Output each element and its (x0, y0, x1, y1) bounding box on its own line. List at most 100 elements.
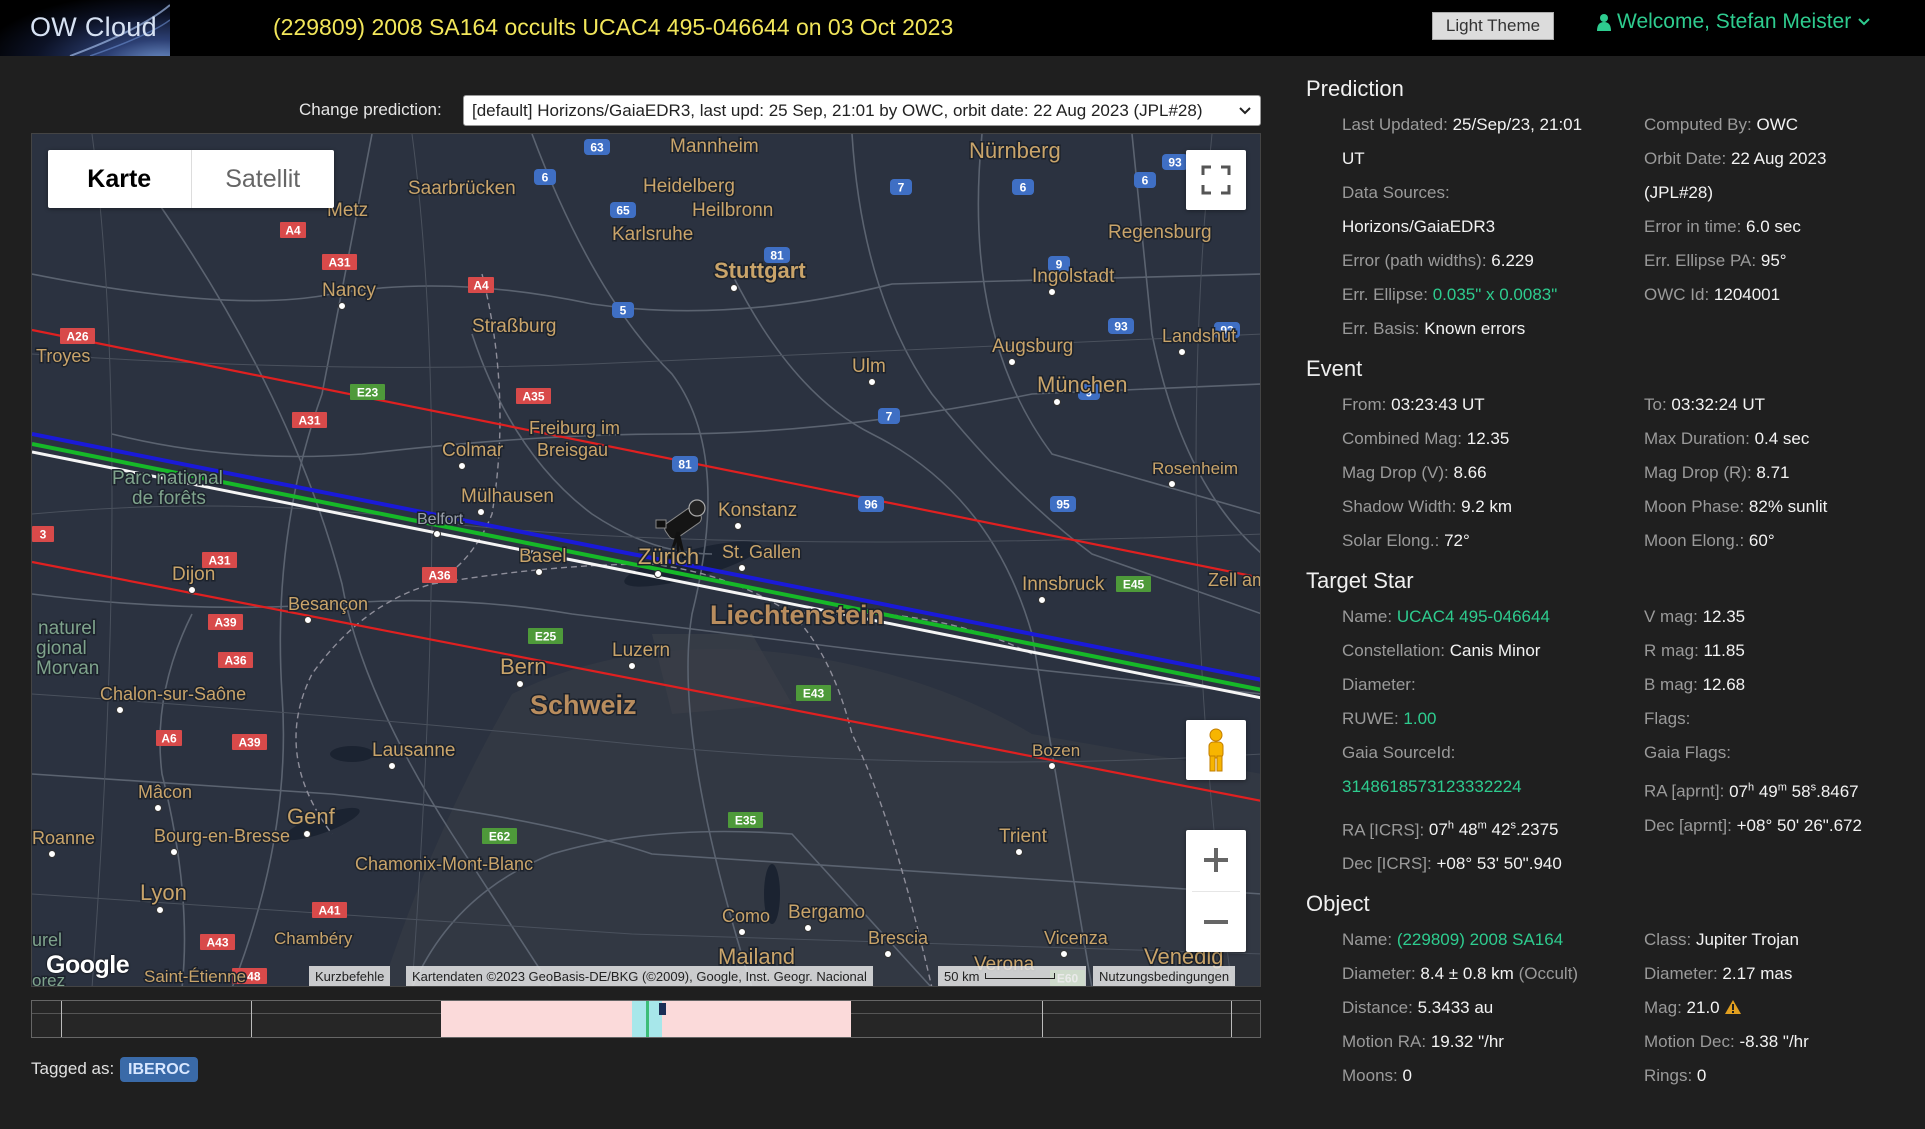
road-shield-label: A35 (522, 390, 544, 404)
zoom-out-button[interactable] (1186, 892, 1246, 953)
terms-of-use-link[interactable]: Nutzungsbedingungen (1093, 966, 1236, 986)
map-place-label: Troyes (36, 346, 90, 366)
scale-bar-ruler (985, 973, 1056, 979)
city-dot (188, 586, 196, 594)
shadow-width: Shadow Width: 9.2 km (1342, 497, 1513, 516)
map-place-label: München (1037, 372, 1128, 397)
city-dot (388, 762, 396, 770)
logo-text: OW Cloud (30, 12, 157, 42)
target-star-section-title: Target Star (1306, 568, 1414, 593)
map-place-label: Saarbrücken (408, 178, 516, 199)
warning-icon[interactable] (1724, 999, 1742, 1015)
error-in-time: Error in time: 6.0 sec (1644, 217, 1801, 236)
object-rings: Rings: 0 (1644, 1066, 1707, 1086)
map-place-label: Brescia (868, 928, 929, 948)
gaia-source-id-link[interactable]: 3148618573123332224 (1342, 777, 1522, 796)
road-shield: A39 (208, 614, 243, 630)
map-place-label: Zürich (638, 544, 699, 569)
pegman-icon (1208, 728, 1224, 772)
road-shield: A41 (312, 902, 347, 918)
road-shield-label: 3 (40, 528, 47, 542)
map-place-label: Parc national (112, 468, 223, 489)
top-bar: OW Cloud (229809) 2008 SA164 occults UCA… (0, 0, 1925, 56)
timeline-tick (61, 1001, 62, 1037)
solar-elong: Solar Elong.: 72° (1342, 531, 1470, 550)
occultation-map[interactable]: 63 93 6 7 6 6 65 A4 A31 81 A4 9 5 93 92 A26 E23 A35 9 A31 7 8… (31, 133, 1261, 987)
map-place-label: Mâcon (138, 782, 192, 802)
event-section-title: Event (1306, 356, 1363, 381)
zoom-in-button[interactable] (1186, 830, 1246, 891)
scale-bar-label: 50 km (944, 968, 980, 984)
user-menu[interactable]: Welcome, Stefan Meister (1597, 10, 1871, 34)
road-shield-label: A43 (206, 936, 228, 950)
road-shield: 6 (1134, 172, 1156, 188)
city-dot (1008, 358, 1016, 366)
city-dot (1038, 596, 1046, 604)
map-place-label: Chambéry (274, 929, 353, 948)
google-logo: Google (46, 951, 130, 979)
road-shield-label: A36 (224, 654, 246, 668)
map-type-control: Karte Satellit (48, 150, 334, 208)
map-place-label: Freiburg im (529, 418, 620, 438)
mag-drop-v: Mag Drop (V): 8.66 (1342, 463, 1487, 482)
scale-bar[interactable]: 50 km (938, 966, 1086, 986)
map-place-label: Stuttgart (714, 258, 806, 283)
city-dot (1015, 848, 1023, 856)
map-place-label: Basel (519, 546, 567, 567)
prediction-select[interactable]: [default] Horizons/GaiaEDR3, last upd: 2… (463, 95, 1261, 126)
fullscreen-button[interactable] (1186, 150, 1246, 210)
road-shield-label: 93 (1114, 320, 1128, 334)
road-shield-label: A31 (328, 256, 350, 270)
object-grid: Name: (229809) 2008 SA164 Class: Jupiter… (1306, 923, 1916, 1093)
object-name-link[interactable]: (229809) 2008 SA164 (1397, 930, 1563, 949)
city-dot (1168, 480, 1176, 488)
road-shield-label: 93 (1168, 156, 1182, 170)
road-shield-label: 96 (864, 498, 878, 512)
road-shield-label: E23 (357, 386, 379, 400)
app-logo[interactable]: OW Cloud (0, 0, 170, 56)
tag-iberoc[interactable]: IBEROC (120, 1057, 199, 1082)
map-canvas[interactable]: 639367 6 665A4A31 81A49593 92A26E23 A35 9A31 78… (32, 134, 1261, 987)
road-shield-label: A31 (298, 414, 320, 428)
road-shield: A36 (422, 567, 457, 583)
star-constellation: Constellation: Canis Minor (1342, 641, 1541, 660)
road-shield: A31 (322, 254, 357, 270)
road-shield: 81 (672, 456, 698, 472)
star-name-link[interactable]: UCAC4 495-046644 (1397, 607, 1550, 626)
road-shield: E45 (1116, 576, 1151, 592)
map-place-label: Vicenza (1044, 928, 1109, 948)
road-shield-label: 81 (678, 458, 692, 472)
road-shield: E43 (796, 685, 831, 701)
star-flags: Flags: (1644, 709, 1691, 728)
motion-ra: Motion RA: 19.32 "/hr (1342, 1032, 1504, 1052)
map-place-label: Besançon (288, 594, 368, 614)
road-shield: E23 (350, 384, 385, 400)
road-shield-label: 5 (620, 304, 627, 318)
chevron-down-icon (1858, 18, 1870, 26)
city-dot (1053, 398, 1061, 406)
map-place-label: Bergamo (788, 902, 865, 923)
object-mag: Mag: 21.0 (1644, 991, 1925, 1025)
map-type-map-button[interactable]: Karte (48, 150, 191, 208)
map-place-label: Rosenheim (1152, 459, 1238, 478)
event-timeline[interactable] (31, 1000, 1261, 1038)
gaia-source-id: Gaia SourceId: (1342, 743, 1456, 762)
road-shield-label: 95 (1056, 498, 1070, 512)
light-theme-button[interactable]: Light Theme (1432, 12, 1554, 40)
street-view-button[interactable] (1186, 720, 1246, 780)
map-type-satellite-button[interactable]: Satellit (190, 150, 335, 208)
gaia-flags: Gaia Flags: (1644, 743, 1731, 762)
star-bmag: B mag: 12.68 (1644, 675, 1746, 694)
err-basis: Err. Basis: Known errors (1342, 319, 1526, 338)
keyboard-shortcuts-link[interactable]: Kurzbefehle (309, 966, 391, 986)
owc-id: OWC Id: 1204001 (1644, 285, 1781, 304)
map-data-attribution[interactable]: Kartendaten ©2023 GeoBasis-DE/BKG (©2009… (406, 966, 873, 986)
map-place-label: Bozen (1032, 741, 1080, 760)
road-shield: A31 (292, 412, 327, 428)
road-shield-label: E45 (1123, 578, 1145, 592)
map-place-label: Morvan (36, 658, 99, 679)
road-shield: 65 (610, 202, 636, 218)
event-grid: From: 03:23:43 UT To: 03:32:24 UT Combin… (1306, 388, 1916, 558)
road-shield: A4 (468, 277, 494, 293)
city-dot (884, 950, 892, 958)
